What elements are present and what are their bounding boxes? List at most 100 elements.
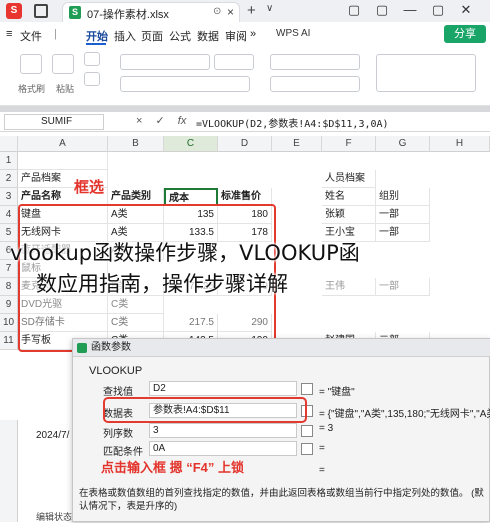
match-type-result: = [319, 443, 325, 454]
staff-name[interactable]: 张颖 [322, 206, 376, 224]
arg-label-match: 匹配条件 [103, 447, 143, 458]
copy-icon[interactable] [84, 72, 100, 86]
column-header-d[interactable]: D [218, 136, 272, 152]
date-cell[interactable]: 2024/7/ [36, 430, 69, 441]
share-button[interactable]: 分享 [444, 25, 486, 43]
range-picker-icon[interactable] [301, 443, 313, 455]
hamburger-menu-icon[interactable]: ≡ [6, 28, 12, 40]
menu-insert[interactable]: 插入 [114, 28, 136, 44]
article-caption: vlookup函数操作步骤，VLOOKUP函 数应用指南，操作步骤详解 [10, 238, 490, 300]
confirm-icon[interactable]: ✓ [156, 115, 165, 127]
menu-review[interactable]: 审阅 [225, 28, 247, 44]
chevron-down-icon[interactable]: ∨ [266, 3, 273, 14]
menu-file[interactable]: 文件 [20, 28, 42, 44]
column-header-b[interactable]: B [108, 136, 164, 152]
column-header-c[interactable]: C [164, 136, 218, 152]
table-array-highlight [103, 397, 307, 423]
row-header-10[interactable]: 10 [0, 314, 18, 332]
status-bar-label: 编辑状态 [36, 512, 73, 522]
lookup-value-input[interactable]: D2 [149, 381, 297, 396]
format-painter-label: 格式刷 [18, 84, 46, 94]
arg-label-col-index: 列序数 [103, 429, 133, 440]
row-header-2[interactable]: 2 [0, 170, 18, 188]
lookup-value-result: = "键盘" [319, 387, 355, 398]
formula-bar: SUMIF × ✓ fx =VLOOKUP(D2,参数表!A4:$D$11,3,… [0, 112, 490, 132]
maximize-icon[interactable]: ▢ [424, 2, 452, 18]
alignment-group-2[interactable] [270, 76, 360, 92]
match-type-input[interactable]: 0A [149, 441, 297, 456]
row-header-1[interactable]: 1 [0, 152, 18, 170]
font-size-select[interactable] [214, 54, 254, 70]
sheet-left-area: 2024/7/ 编辑状态 [0, 420, 72, 522]
formula-input[interactable]: =VLOOKUP(D2,参数表!A4:$D$11,3,0A) [196, 115, 389, 130]
cell-f2[interactable]: 人员档案 [322, 170, 376, 188]
title-tab-bar: S S 07-操作素材.xlsx ⊙ × + ∨ ▢ ▢ — ▢ ✕ [0, 0, 490, 22]
wps-app-icon[interactable]: S [6, 3, 22, 19]
column-header-h[interactable]: H [430, 136, 490, 152]
column-header-a[interactable]: A [18, 136, 108, 152]
table-array-result: = {"键盘","A类",135,180;"无线网卡","A类" [319, 409, 490, 420]
range-picker-icon[interactable] [301, 425, 313, 437]
f4-lock-annotation: 点击输入框 摁 “F4” 上锁 [101, 460, 245, 475]
menu-bar: ≡ 文件 | 开始 插入 页面 公式 数据 审阅 » [0, 24, 490, 46]
cell-g3[interactable]: 组别 [376, 188, 430, 206]
cell-f3[interactable]: 姓名 [322, 188, 376, 206]
dialog-titlebar: 函数参数 [73, 339, 490, 357]
menu-home[interactable]: 开始 [86, 28, 108, 44]
column-header-e[interactable]: E [272, 136, 322, 152]
paste-label: 粘贴 [56, 84, 75, 94]
minimize-icon[interactable]: — [396, 2, 424, 17]
col-index-result: = 3 [319, 423, 334, 434]
window-controls: ▢ ▢ — ▢ ✕ [340, 2, 490, 20]
col-index-input[interactable]: 3 [149, 423, 297, 438]
ribbon-toolbar: 格式刷 粘贴 [0, 48, 490, 106]
new-tab-button[interactable]: + [247, 2, 256, 19]
caption-line-2: 数应用指南，操作步骤详解 [36, 272, 288, 296]
cut-icon[interactable] [84, 52, 100, 66]
menu-page[interactable]: 页面 [141, 28, 163, 44]
toolbar-separator: | [54, 28, 57, 40]
window-layout-icon[interactable]: ▢ [368, 2, 396, 18]
formula-bar-icons: × ✓ fx [112, 114, 186, 127]
font-family-select[interactable] [120, 54, 210, 70]
row-header-4[interactable]: 4 [0, 206, 18, 224]
format-painter-icon[interactable] [20, 54, 42, 74]
font-style-group[interactable] [120, 76, 250, 92]
name-box[interactable]: SUMIF [4, 114, 104, 130]
function-name: VLOOKUP [89, 365, 143, 377]
select-all-corner[interactable] [0, 136, 18, 152]
more-menu-icon[interactable]: » [250, 28, 256, 40]
file-tab-name: 07-操作素材.xlsx [87, 9, 169, 21]
row-header-strip [0, 420, 18, 522]
row-header-11[interactable]: 11 [0, 332, 18, 350]
menu-data[interactable]: 数据 [197, 28, 219, 44]
caption-line-1: vlookup函数操作步骤，VLOOKUP函 [10, 241, 360, 265]
close-window-icon[interactable]: ✕ [452, 2, 480, 18]
column-header-g[interactable]: G [376, 136, 430, 152]
menu-formula[interactable]: 公式 [169, 28, 191, 44]
formula-result-equals: = [319, 465, 325, 476]
wps-ai-button[interactable]: WPS AI [276, 28, 310, 39]
row-header-3[interactable]: 3 [0, 188, 18, 206]
active-menu-underline [86, 43, 106, 45]
arg-label-lookup: 查找值 [103, 387, 133, 398]
function-icon [77, 343, 87, 353]
staff-group[interactable]: 一部 [376, 206, 430, 224]
column-header-f[interactable]: F [322, 136, 376, 152]
function-arguments-dialog: 函数参数 VLOOKUP 查找值 D2 = "键盘" 数据表 参数表!A4:$D… [72, 338, 490, 522]
spreadsheet-icon: S [69, 6, 81, 19]
alignment-group[interactable] [270, 54, 360, 70]
dialog-title: 函数参数 [91, 342, 131, 353]
home-tab[interactable] [28, 3, 54, 20]
fx-icon[interactable]: fx [178, 115, 187, 127]
range-picker-icon[interactable] [301, 383, 313, 395]
number-format-group[interactable] [376, 54, 476, 92]
file-tab[interactable]: S 07-操作素材.xlsx ⊙ × [62, 2, 240, 22]
home-icon [34, 4, 48, 18]
pin-icon[interactable]: ⊙ [213, 6, 221, 17]
close-tab-icon[interactable]: × [227, 5, 234, 19]
window-icon[interactable]: ▢ [340, 2, 368, 18]
cell-a1[interactable] [18, 152, 108, 170]
cancel-icon[interactable]: × [136, 115, 142, 127]
paste-icon[interactable] [52, 54, 74, 74]
